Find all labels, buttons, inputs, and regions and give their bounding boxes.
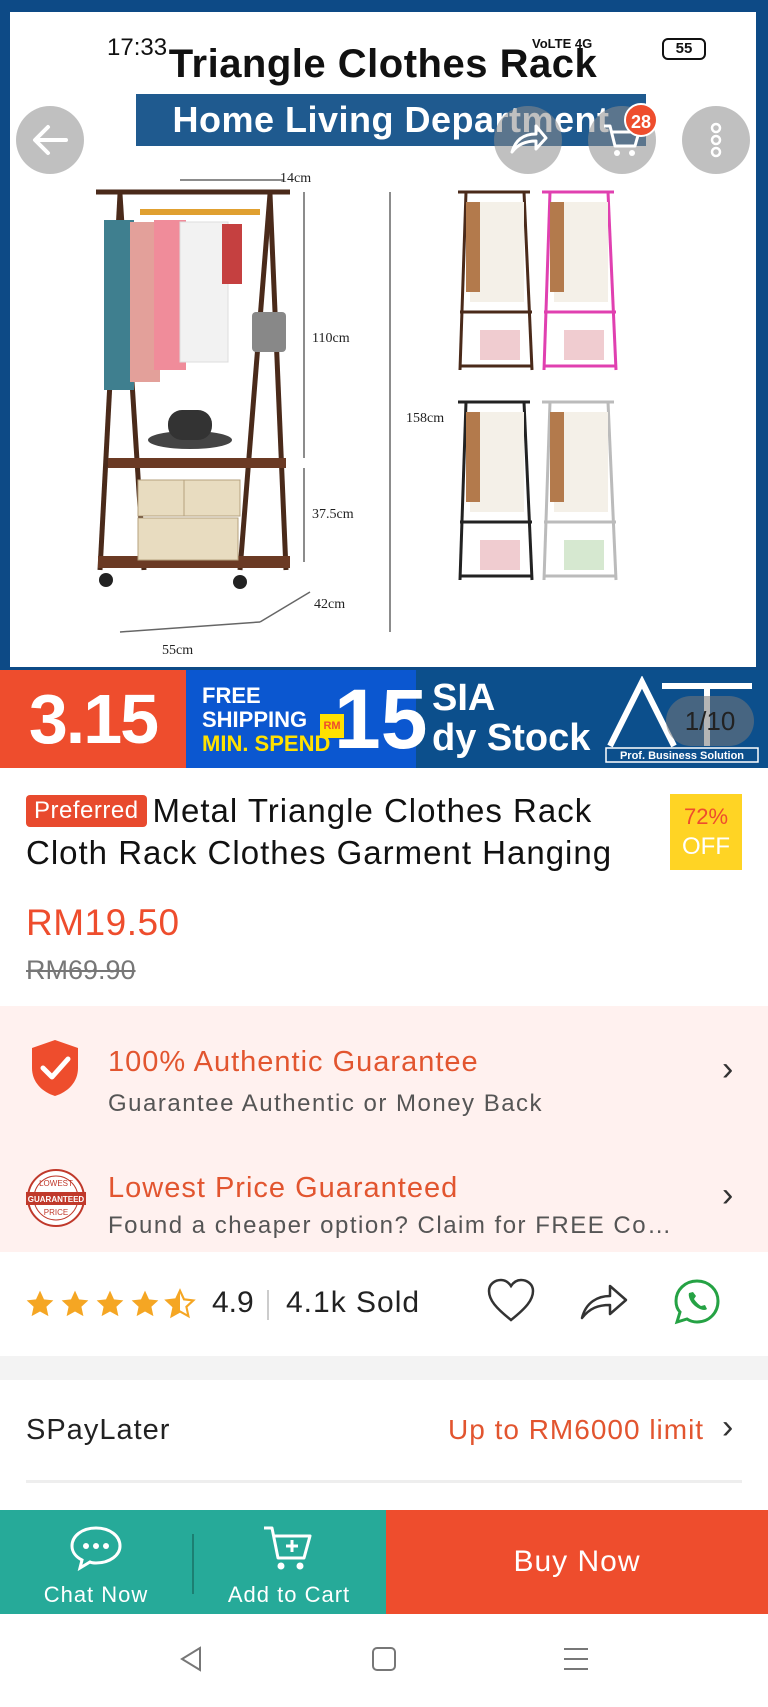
- dim-158cm: 158cm: [406, 411, 444, 426]
- chevron-right-icon: ›: [722, 1050, 734, 1088]
- spaylater-row[interactable]: SPayLater Up to RM6000 limit ›: [0, 1380, 768, 1482]
- shield-check-icon: [32, 1040, 78, 1096]
- discount-percent: 72%: [683, 804, 729, 829]
- home-square-icon[interactable]: [369, 1644, 399, 1674]
- promo-date: 3.15: [0, 670, 186, 768]
- add-to-cart-icon: [264, 1526, 312, 1570]
- rating-divider: [267, 1290, 269, 1320]
- rating-row: 4.9 4.1k Sold: [0, 1252, 768, 1356]
- free-shipping-line1: FREE: [202, 683, 261, 708]
- original-price: RM69.90: [26, 955, 136, 985]
- authentic-guarantee-row[interactable]: 100% Authentic Guarantee Guarantee Authe…: [0, 1006, 768, 1117]
- chat-now-button[interactable]: Chat Now: [0, 1510, 192, 1614]
- action-divider: [192, 1534, 194, 1594]
- logo-caption: Prof. Business Solution: [620, 750, 744, 762]
- guarantee-section: 100% Authentic Guarantee Guarantee Authe…: [0, 1006, 768, 1252]
- section-divider: [26, 1480, 742, 1483]
- free-shipping-text: FREE SHIPPING MIN. SPEND: [202, 684, 330, 756]
- dim-14cm: 14cm: [280, 171, 311, 186]
- min-spend-amount: 15: [334, 672, 428, 766]
- star-icon: [26, 1290, 54, 1317]
- half-star-icon: [164, 1288, 196, 1319]
- rating-value: 4.9: [212, 1286, 254, 1319]
- more-vertical-icon: [710, 122, 722, 158]
- star-icon: [96, 1290, 124, 1317]
- product-image-carousel[interactable]: Triangle Clothes Rack Home Living Depart…: [0, 0, 768, 670]
- badge-middle-text: GUARANTEED: [28, 1195, 85, 1204]
- chat-now-label: Chat Now: [43, 1582, 149, 1607]
- preferred-badge: Preferred: [26, 795, 147, 827]
- dim-110cm: 110cm: [312, 331, 350, 346]
- chat-bubble-icon: [70, 1526, 122, 1572]
- battery-icon: 55: [662, 38, 706, 60]
- lowest-price-title: Lowest Price Guaranteed: [108, 1172, 459, 1204]
- add-to-cart-button[interactable]: Add to Cart: [192, 1510, 386, 1614]
- share-button[interactable]: [494, 106, 562, 174]
- cart-count-badge: 28: [624, 103, 658, 137]
- badge-bottom-text: PRICE: [44, 1208, 68, 1217]
- back-arrow-icon: [33, 125, 68, 155]
- spaylater-label: SPayLater: [26, 1414, 171, 1446]
- signal-icon: VoLTE 4G: [532, 36, 593, 51]
- menu-lines-icon[interactable]: [561, 1644, 591, 1674]
- authentic-guarantee-subtitle: Guarantee Authentic or Money Back: [108, 1090, 544, 1117]
- current-price: RM19.50: [26, 902, 180, 943]
- back-button[interactable]: [16, 106, 84, 174]
- rating-stars[interactable]: [24, 1288, 196, 1320]
- system-nav-bar: [0, 1614, 768, 1707]
- promo-right-text: SIA dy Stock: [432, 678, 590, 758]
- dim-55cm: 55cm: [162, 643, 193, 658]
- lowest-price-badge-icon: LOWEST GUARANTEED PRICE: [26, 1169, 86, 1227]
- chevron-right-icon: ›: [722, 1176, 734, 1214]
- sold-count: 4.1k Sold: [286, 1286, 421, 1319]
- spaylater-limit: Up to RM6000 limit: [448, 1414, 705, 1445]
- status-time: 17:33: [107, 34, 168, 61]
- status-bar: 17:33 VoLTE 4G 55: [0, 0, 768, 61]
- star-icon: [61, 1290, 89, 1317]
- discount-tag: 72% OFF: [670, 794, 742, 870]
- back-triangle-icon[interactable]: [176, 1644, 206, 1674]
- authentic-guarantee-title: 100% Authentic Guarantee: [108, 1046, 479, 1078]
- product-title: Preferred Metal Triangle Clothes Rack Clo…: [26, 790, 676, 874]
- section-divider: [0, 1356, 768, 1380]
- clothes-rack-illustration: 14cm 110cm 158cm 37.5cm 42cm 55cm: [96, 171, 618, 658]
- promo-right-line2: dy Stock: [432, 717, 591, 759]
- more-options-button[interactable]: [682, 106, 750, 174]
- chevron-right-icon: ›: [722, 1408, 734, 1446]
- buy-now-button[interactable]: Buy Now: [386, 1510, 768, 1614]
- dim-37-5cm: 37.5cm: [312, 507, 354, 522]
- lowest-price-row[interactable]: LOWEST GUARANTEED PRICE Lowest Price Gua…: [0, 1130, 768, 1240]
- free-shipping-banner: FREE SHIPPING MIN. SPEND RM 15: [186, 670, 427, 768]
- image-counter: 1/10: [666, 696, 754, 746]
- star-icon: [131, 1290, 159, 1317]
- image-subtitle: Home Living Department: [136, 94, 646, 146]
- share-icon[interactable]: [578, 1278, 630, 1324]
- free-shipping-line3: MIN. SPEND: [202, 731, 331, 756]
- discount-off: OFF: [682, 833, 730, 860]
- add-to-cart-label: Add to Cart: [227, 1582, 351, 1607]
- whatsapp-icon[interactable]: [672, 1278, 722, 1326]
- share-icon: [510, 124, 548, 154]
- dim-42cm: 42cm: [314, 597, 345, 612]
- promo-right-line1: SIA: [432, 677, 496, 719]
- free-shipping-line2: SHIPPING: [202, 707, 308, 732]
- bottom-action-bar: Chat Now Add to Cart Buy Now: [0, 1510, 768, 1614]
- lowest-price-subtitle: Found a cheaper option? Claim for FREE C…: [108, 1212, 673, 1239]
- promo-banner: 3.15 FREE SHIPPING MIN. SPEND RM 15 SIA …: [0, 670, 768, 768]
- badge-top-text: LOWEST: [39, 1179, 73, 1188]
- heart-icon[interactable]: [486, 1278, 536, 1324]
